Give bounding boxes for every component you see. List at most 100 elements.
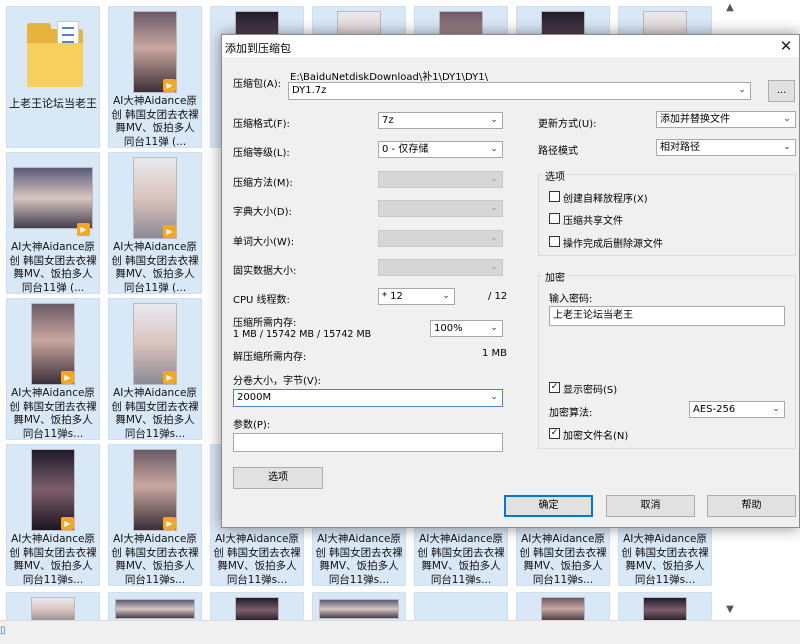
encryption-method-label: 加密算法: <box>549 408 593 419</box>
ok-button[interactable]: 确定 <box>504 495 593 517</box>
video-item[interactable] <box>6 592 100 623</box>
chevron-down-icon: ⌄ <box>490 203 498 213</box>
format-value: 7z <box>382 115 394 126</box>
chevron-down-icon: ⌄ <box>490 174 498 184</box>
archive-name-combo[interactable]: DY1.7z ⌄ <box>288 82 751 100</box>
encryption-group-label: 加密 <box>543 269 567 284</box>
update-mode-combo[interactable]: 添加并替换文件 ⌄ <box>656 111 796 128</box>
memory-compress-detail: 1 MB / 15742 MB / 15742 MB <box>233 329 372 340</box>
add-to-archive-dialog: 添加到压缩包 ✕ 压缩包(A): E:\BaiduNetdiskDownload… <box>221 34 800 528</box>
params-input[interactable] <box>233 433 503 452</box>
video-thumbnail <box>13 167 93 229</box>
memory-decompress-value: 1 MB <box>482 348 508 359</box>
video-thumbnail <box>115 599 195 619</box>
cpu-threads-label: CPU 线程数: <box>233 295 290 306</box>
cancel-button[interactable]: 取消 <box>606 495 695 517</box>
chevron-down-icon: ⌄ <box>490 233 498 243</box>
video-item[interactable] <box>516 592 610 623</box>
shared-files-label: 压缩共享文件 <box>563 216 623 227</box>
cpu-threads-combo[interactable]: * 12 ⌄ <box>378 288 455 305</box>
word-size-combo: ⌄ <box>378 230 503 247</box>
video-caption: AI大神Aidance原创 韩国女团去衣裸舞MV、饭拍多人同台11弹s... <box>417 533 505 586</box>
video-item[interactable]: ▶ AI大神Aidance原创 韩国女团去衣裸舞MV、饭拍多人同台11弹s... <box>6 298 100 440</box>
sfx-label: 创建自释放程序(X) <box>563 194 648 205</box>
show-password-checkbox[interactable]: ✓ <box>549 382 560 393</box>
chevron-down-icon[interactable]: ⌄ <box>781 140 793 155</box>
options-group-label: 选项 <box>543 168 567 183</box>
sfx-checkbox[interactable] <box>549 191 560 202</box>
status-icon: ▯ <box>0 625 6 636</box>
memory-percent-combo[interactable]: 100% ⌄ <box>430 320 503 337</box>
video-item[interactable]: ▶ AI大神Aidance原创 韩国女团去衣裸舞MV、饭拍多人同台11弹s... <box>108 298 202 440</box>
chevron-down-icon[interactable]: ⌄ <box>488 113 500 128</box>
video-caption: AI大神Aidance原创 韩国女团去衣裸舞MV、饭拍多人同台11弹s... <box>213 533 301 586</box>
solid-size-combo: ⌄ <box>378 259 503 276</box>
play-icon: ▶ <box>61 517 74 530</box>
cpu-threads-max: / 12 <box>488 291 508 302</box>
play-icon: ▶ <box>61 371 74 384</box>
cpu-threads-value: * 12 <box>382 291 403 302</box>
solid-size-label: 固实数据大小: <box>233 266 297 277</box>
scroll-down-icon[interactable]: ▼ <box>724 604 736 616</box>
video-item[interactable] <box>210 592 304 623</box>
options-button[interactable]: 选项 <box>233 467 323 489</box>
video-item[interactable] <box>618 592 712 623</box>
memory-compress-label: 压缩所需内存: <box>233 318 297 329</box>
password-label: 输入密码: <box>549 294 593 305</box>
level-combo[interactable]: 0 - 仅存储 ⌄ <box>378 141 503 158</box>
folder-icon <box>27 21 83 87</box>
help-button[interactable]: 帮助 <box>707 495 796 517</box>
video-item[interactable] <box>312 592 406 622</box>
video-caption: AI大神Aidance原创 韩国女团去衣裸舞MV、饭拍多人同台11弹 (... <box>9 241 97 294</box>
dict-size-label: 字典大小(D): <box>233 207 292 218</box>
chevron-down-icon[interactable]: ⌄ <box>736 83 748 98</box>
encrypt-names-checkbox[interactable]: ✓ <box>549 428 560 439</box>
play-icon: ▶ <box>163 517 176 530</box>
password-input[interactable]: 上老王论坛当老王 <box>549 306 785 326</box>
format-label: 压缩格式(F): <box>233 119 290 130</box>
path-mode-combo[interactable]: 相对路径 ⌄ <box>656 139 796 156</box>
chevron-down-icon[interactable]: ⌄ <box>488 390 500 405</box>
video-caption: AI大神Aidance原创 韩国女团去衣裸舞MV、饭拍多人同台11弹s... <box>111 387 199 440</box>
shared-files-checkbox[interactable] <box>549 213 560 224</box>
video-caption: AI大神Aidance原创 韩国女团去衣裸舞MV、饭拍多人同台11弹s... <box>621 533 709 586</box>
video-item[interactable]: ▶ AI大神Aidance原创 韩国女团去衣裸舞MV、饭拍多人同台11弹 (..… <box>108 6 202 148</box>
chevron-down-icon[interactable]: ⌄ <box>781 112 793 127</box>
update-mode-label: 更新方式(U): <box>538 119 597 130</box>
memory-percent-value: 100% <box>434 323 463 334</box>
format-combo[interactable]: 7z ⌄ <box>378 112 503 129</box>
play-icon: ▶ <box>163 225 176 238</box>
video-item[interactable]: ▶ AI大神Aidance原创 韩国女团去衣裸舞MV、饭拍多人同台11弹s... <box>6 444 100 586</box>
params-label: 参数(P): <box>233 420 271 431</box>
video-caption: AI大神Aidance原创 韩国女团去衣裸舞MV、饭拍多人同台11弹 (... <box>111 241 199 294</box>
close-icon[interactable]: ✕ <box>775 35 797 57</box>
video-caption: AI大神Aidance原创 韩国女团去衣裸舞MV、饭拍多人同台11弹s... <box>9 533 97 586</box>
play-icon: ▶ <box>163 79 176 92</box>
dialog-titlebar[interactable]: 添加到压缩包 ✕ <box>222 35 799 57</box>
video-caption: AI大神Aidance原创 韩国女团去衣裸舞MV、饭拍多人同台11弹s... <box>9 387 97 440</box>
video-item[interactable] <box>108 592 202 622</box>
chevron-down-icon[interactable]: ⌄ <box>488 321 500 336</box>
scroll-up-icon[interactable]: ▲ <box>724 2 736 14</box>
video-item[interactable]: ▶ AI大神Aidance原创 韩国女团去衣裸舞MV、饭拍多人同台11弹s... <box>108 444 202 586</box>
delete-after-checkbox[interactable] <box>549 236 560 247</box>
archive-name-value: DY1.7z <box>292 85 327 96</box>
delete-after-label: 操作完成后删除源文件 <box>563 239 663 250</box>
video-item[interactable]: ▶ AI大神Aidance原创 韩国女团去衣裸舞MV、饭拍多人同台11弹 (..… <box>108 152 202 294</box>
path-mode-value: 相对路径 <box>660 142 700 153</box>
archive-path: E:\BaiduNetdiskDownload\补1\DY1\DY1\ <box>290 72 488 83</box>
archive-label: 压缩包(A): <box>233 79 282 90</box>
update-mode-value: 添加并替换文件 <box>660 114 730 125</box>
chevron-down-icon[interactable]: ⌄ <box>488 142 500 157</box>
browse-button[interactable]: ... <box>768 80 795 102</box>
video-item[interactable] <box>414 592 508 622</box>
folder-item[interactable]: 上老王论坛当老王 <box>6 6 100 148</box>
chevron-down-icon[interactable]: ⌄ <box>440 289 452 304</box>
chevron-down-icon[interactable]: ⌄ <box>770 402 782 417</box>
play-icon: ▶ <box>77 223 90 236</box>
level-label: 压缩等级(L): <box>233 148 290 159</box>
video-caption: AI大神Aidance原创 韩国女团去衣裸舞MV、饭拍多人同台11弹s... <box>315 533 403 586</box>
volume-combo[interactable]: 2000M ⌄ <box>233 389 503 407</box>
encryption-method-combo[interactable]: AES-256 ⌄ <box>689 401 785 418</box>
video-item[interactable]: ▶ AI大神Aidance原创 韩国女团去衣裸舞MV、饭拍多人同台11弹 (..… <box>6 152 100 294</box>
